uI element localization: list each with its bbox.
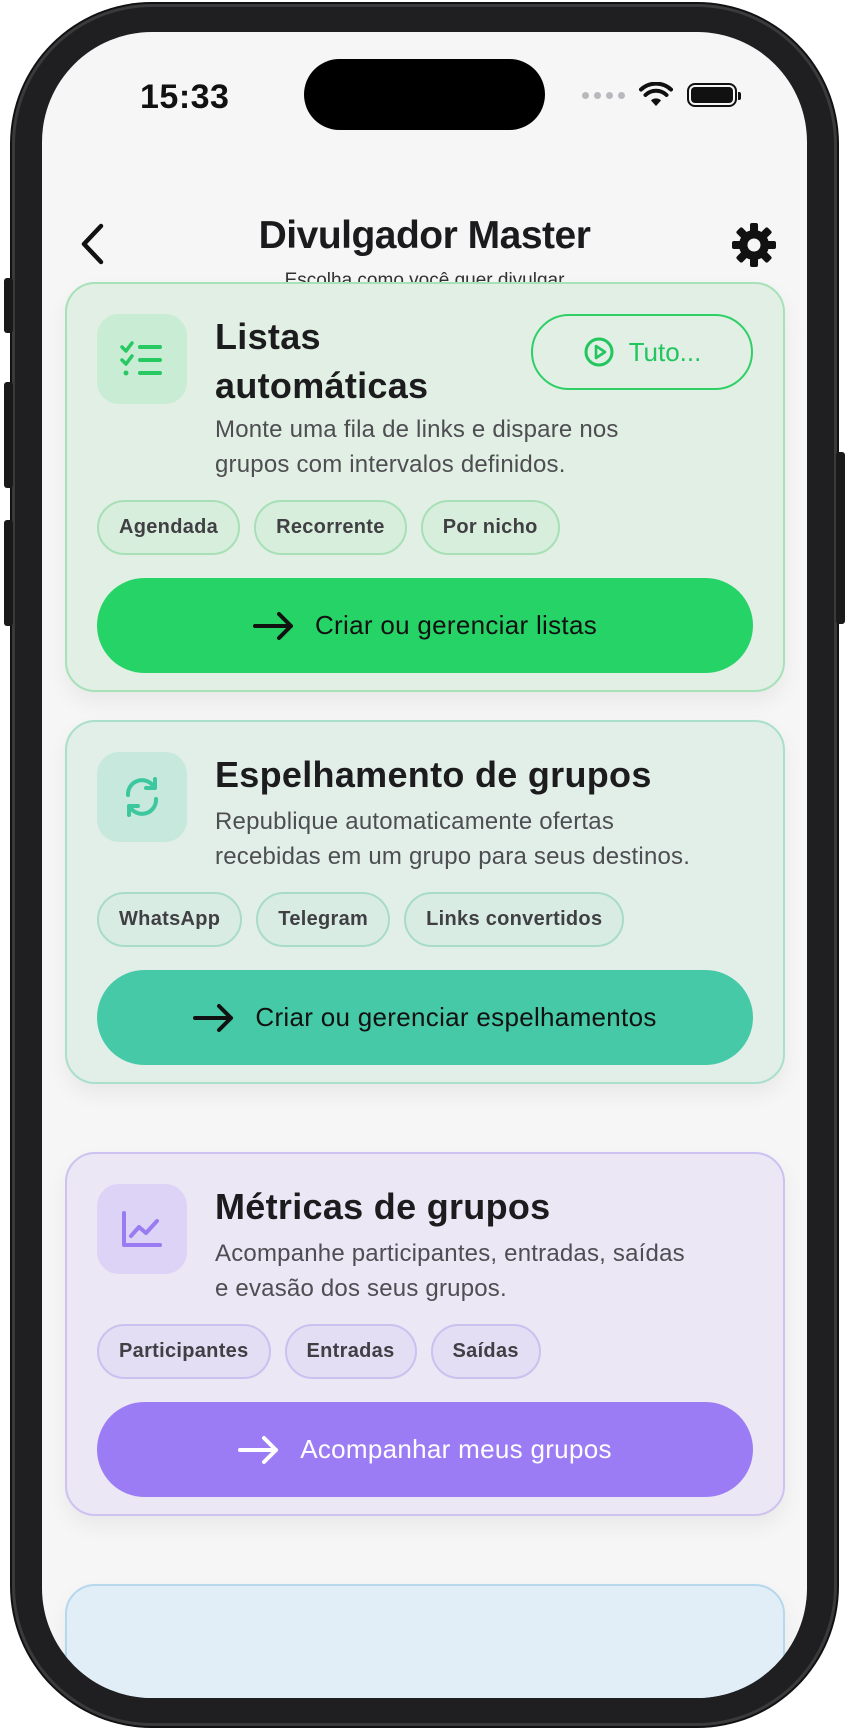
track-groups-button[interactable]: Acompanhar meus grupos — [97, 1402, 753, 1497]
line-chart-icon — [122, 1211, 162, 1247]
chip-entries: Entradas — [284, 1324, 417, 1379]
chip-participants: Participantes — [97, 1324, 271, 1379]
status-icons — [582, 82, 741, 108]
battery-icon — [687, 83, 741, 107]
chip-exits: Saídas — [430, 1324, 541, 1379]
card-next — [65, 1584, 785, 1698]
page-title: Divulgador Master — [258, 214, 591, 257]
track-groups-label: Acompanhar meus grupos — [300, 1434, 612, 1464]
card-icon-box — [97, 1184, 187, 1274]
card-description: Acompanhe participantes, entradas, saída… — [215, 1240, 685, 1302]
card-title: Espelhamento de grupos — [215, 754, 652, 795]
chip-whatsapp: WhatsApp — [97, 892, 243, 947]
card-group-metrics: Métricas de grupos Acompanhe participant… — [65, 1152, 785, 1516]
arrow-right-icon — [193, 1003, 234, 1032]
settings-button[interactable] — [729, 220, 779, 270]
app-screen: 15:33 Divulgador Master Escolha como voc… — [42, 32, 807, 1698]
arrow-right-icon — [238, 1435, 279, 1464]
card-icon-box — [97, 314, 187, 404]
signal-dots-icon — [582, 91, 625, 99]
card-icon-box — [97, 752, 187, 842]
card-automatic-lists: Listas automáticas Tuto... Monte uma fil… — [65, 282, 785, 692]
mute-switch — [4, 278, 13, 333]
arrow-right-icon — [252, 611, 293, 640]
app-header: Divulgador Master Escolha como você quer… — [42, 172, 807, 292]
chip-scheduled: Agendada — [97, 500, 241, 555]
volume-up-button — [4, 382, 13, 488]
card-description: Republique automaticamente ofertas receb… — [215, 808, 691, 870]
power-button — [836, 452, 845, 624]
dynamic-island — [304, 59, 545, 130]
chip-recurring: Recorrente — [254, 500, 407, 555]
card-description: Monte uma fila de links e dispare nos gr… — [215, 416, 619, 478]
manage-lists-label: Criar ou gerenciar listas — [314, 610, 598, 640]
status-time: 15:33 — [140, 78, 230, 116]
chip-telegram: Telegram — [256, 892, 391, 947]
chip-row: Participantes Entradas Saídas — [97, 1324, 541, 1379]
tutorial-label: Tuto... — [628, 336, 702, 367]
chip-row: WhatsApp Telegram Links convertidos — [97, 892, 625, 947]
card-title: Listas automáticas — [215, 316, 429, 406]
gear-icon — [732, 223, 776, 267]
card-group-mirroring: Espelhamento de grupos Republique automa… — [65, 720, 785, 1084]
wifi-icon — [639, 82, 673, 106]
volume-down-button — [4, 520, 13, 626]
checklist-icon — [120, 341, 162, 376]
card-title: Métricas de grupos — [215, 1186, 551, 1227]
chip-converted-links: Links convertidos — [404, 892, 625, 947]
chip-by-niche: Por nicho — [420, 500, 560, 555]
refresh-icon — [126, 777, 158, 817]
tutorial-button[interactable]: Tuto... — [531, 314, 753, 390]
chip-row: Agendada Recorrente Por nicho — [97, 500, 560, 555]
manage-mirroring-button[interactable]: Criar ou gerenciar espelhamentos — [97, 970, 753, 1065]
play-circle-icon — [584, 337, 614, 367]
manage-mirroring-label: Criar ou gerenciar espelhamentos — [255, 1002, 657, 1032]
manage-lists-button[interactable]: Criar ou gerenciar listas — [97, 578, 753, 673]
